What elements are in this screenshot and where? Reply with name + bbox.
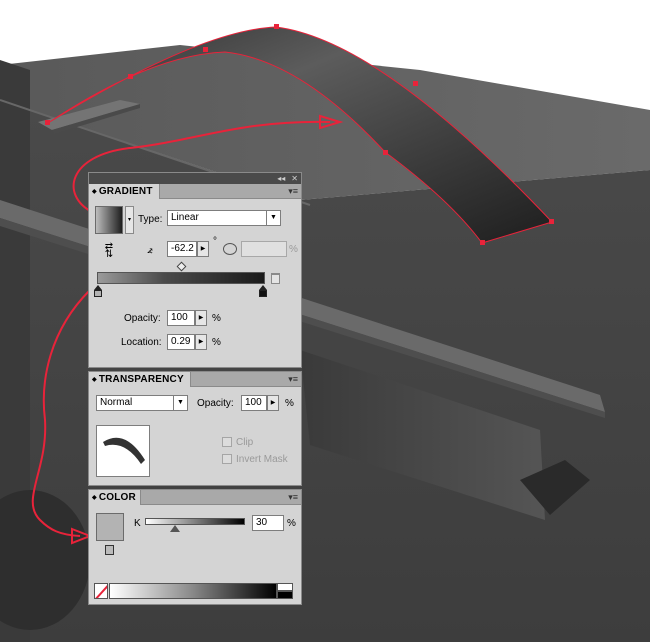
tab-arrows-icon: ◆ <box>92 377 97 383</box>
type-dropdown-button[interactable]: ▼ <box>267 210 281 226</box>
color-panel: ◆ COLOR ▾≡ K 30 % <box>88 489 302 605</box>
tab-transparency[interactable]: ◆ TRANSPARENCY <box>89 372 191 387</box>
type-label: Type: <box>138 214 163 225</box>
invert-mask-checkbox[interactable] <box>222 454 232 464</box>
angle-icon: ⦨ <box>147 245 153 256</box>
blend-mode-dropdown-button[interactable]: ▼ <box>174 395 188 411</box>
tab-color[interactable]: ◆ COLOR <box>89 490 141 505</box>
k-slider-thumb[interactable] <box>170 525 180 532</box>
location-stepper[interactable]: ▶ <box>195 334 207 350</box>
clip-checkbox[interactable] <box>222 437 232 447</box>
k-unit: % <box>287 518 296 529</box>
panel-top-bar: ◂◂ ✕ <box>89 173 301 184</box>
none-color-swatch[interactable] <box>94 583 108 599</box>
tab-arrows-icon: ◆ <box>92 189 97 195</box>
angle-stepper[interactable]: ▶ <box>197 241 209 257</box>
invert-mask-label: Invert Mask <box>236 454 288 465</box>
swatch-dropdown[interactable]: ▾ <box>125 206 134 234</box>
thumbnail-strap-icon <box>103 437 145 464</box>
panel-menu-icon[interactable]: ▾≡ <box>288 186 298 197</box>
fill-color-swatch[interactable] <box>96 513 124 541</box>
gradient-slider[interactable] <box>97 272 265 284</box>
location-field[interactable]: 0.29 <box>167 334 195 350</box>
opacity-field[interactable]: 100 <box>167 310 195 326</box>
type-select[interactable]: Linear <box>167 210 267 226</box>
transparency-opacity-field[interactable]: 100 <box>241 395 267 411</box>
gradient-tab-bar: ◆ GRADIENT ▾≡ <box>89 184 301 199</box>
color-spectrum-ramp[interactable] <box>109 583 277 599</box>
tab-transparency-label: TRANSPARENCY <box>98 374 184 385</box>
blend-mode-select[interactable]: Normal <box>96 395 174 411</box>
tab-gradient[interactable]: ◆ GRADIENT <box>89 184 160 199</box>
thumbnail-preview[interactable] <box>96 425 150 477</box>
location-unit: % <box>212 337 221 348</box>
k-slider-track[interactable] <box>145 518 245 525</box>
gradient-panel: ◂◂ ✕ ◆ GRADIENT ▾≡ ▾ Type: Linear ▼ ⇄ ⇅ ⦨ … <box>88 172 302 368</box>
opacity-unit: % <box>212 313 221 324</box>
color-stop-left-swatch[interactable] <box>94 290 102 297</box>
transparency-opacity-stepper[interactable]: ▶ <box>267 395 279 411</box>
collapse-icon[interactable]: ◂◂ <box>277 174 285 183</box>
location-label: Location: <box>121 337 162 348</box>
transparency-tab-bar: ◆ TRANSPARENCY ▾≡ <box>89 372 301 387</box>
channel-k-label: K <box>134 518 141 529</box>
out-of-gamut-icon[interactable] <box>105 545 114 555</box>
aspect-unit: % <box>289 244 298 255</box>
panel-menu-icon[interactable]: ▾≡ <box>288 374 298 385</box>
aspect-ratio-icon <box>223 243 237 255</box>
transparency-opacity-label: Opacity: <box>197 398 234 409</box>
midpoint-diamond-icon[interactable] <box>176 261 187 272</box>
color-tab-bar: ◆ COLOR ▾≡ <box>89 490 301 505</box>
opacity-label: Opacity: <box>124 313 161 324</box>
transparency-panel: ◆ TRANSPARENCY ▾≡ Normal ▼ Opacity: 100 ▶… <box>88 371 302 486</box>
trash-icon[interactable] <box>271 273 280 284</box>
gradient-swatch[interactable] <box>95 206 123 234</box>
clip-label: Clip <box>236 437 254 448</box>
tab-gradient-label: GRADIENT <box>98 186 153 197</box>
reverse-gradient-icon[interactable]: ⇄ ⇅ <box>101 242 117 260</box>
white-swatch[interactable] <box>277 583 293 591</box>
color-stop-right-swatch[interactable] <box>259 290 267 297</box>
close-icon[interactable]: ✕ <box>291 174 298 183</box>
black-swatch[interactable] <box>277 591 293 599</box>
tab-arrows-icon: ◆ <box>92 495 97 501</box>
aspect-ratio-field <box>241 241 287 257</box>
degree-symbol: ° <box>213 236 217 247</box>
tab-color-label: COLOR <box>98 492 136 503</box>
transparency-opacity-unit: % <box>285 398 294 409</box>
opacity-stepper[interactable]: ▶ <box>195 310 207 326</box>
angle-field[interactable]: -62.2 <box>167 241 197 257</box>
panel-menu-icon[interactable]: ▾≡ <box>288 492 298 503</box>
k-value-field[interactable]: 30 <box>252 515 284 531</box>
